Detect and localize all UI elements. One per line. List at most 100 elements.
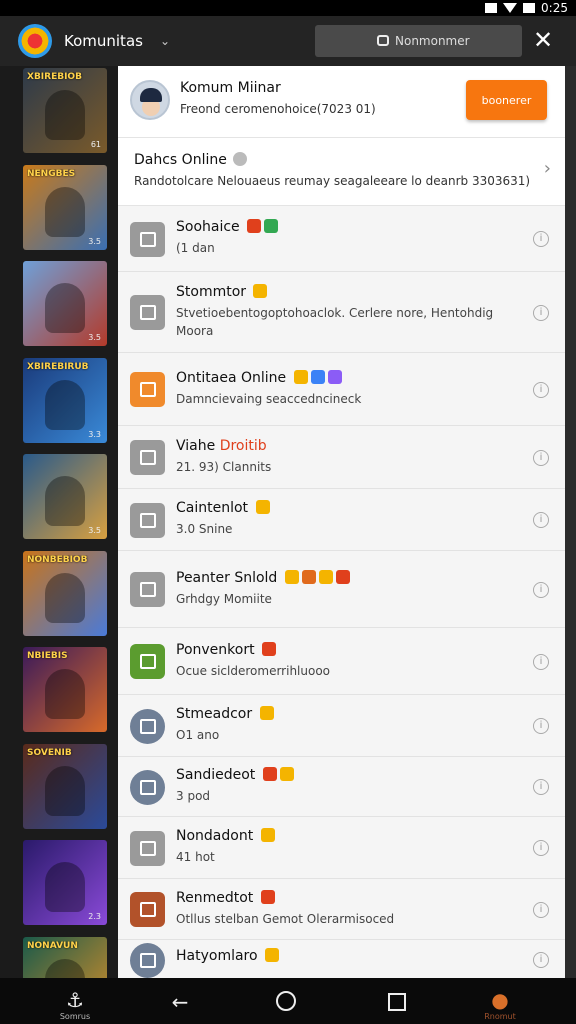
- channel-icon: [130, 892, 165, 927]
- app-title[interactable]: Komunitas: [64, 32, 152, 50]
- emoji-badge-icon: [259, 706, 274, 720]
- hero-image: [45, 90, 85, 140]
- hero-image: [45, 862, 85, 912]
- info-icon[interactable]: i: [533, 512, 549, 528]
- avatar[interactable]: [130, 80, 170, 120]
- online-section[interactable]: Dahcs Online Randotolcare Nelouaeus reum…: [118, 138, 565, 206]
- scrollbar[interactable]: [565, 66, 576, 978]
- close-icon[interactable]: ✕: [533, 28, 553, 52]
- list-item[interactable]: Renmedtot Otllus stelban Gemot Olerarmis…: [118, 879, 565, 940]
- info-icon[interactable]: i: [533, 654, 549, 670]
- thumbnail-caption: SOVENIB: [27, 747, 72, 758]
- game-thumbnail[interactable]: NONAVUN: [23, 936, 107, 978]
- battery-icon: [523, 3, 536, 13]
- emoji-badge-icon: [284, 570, 299, 584]
- back-icon[interactable]: ←: [166, 990, 194, 1014]
- thumbnail-strip[interactable]: XBIREBIOB 61 NENGBES 3.5 3.5 XBIREBIRUB 3.3 3.5…: [0, 66, 118, 978]
- list-item[interactable]: Stommtor Stvetioebentogoptohoaclok. Cerl…: [118, 272, 565, 353]
- list-item[interactable]: Soohaice (1 dan i: [118, 206, 565, 272]
- channel-name: Nondadont: [176, 828, 275, 844]
- game-thumbnail[interactable]: 2.3: [23, 840, 107, 925]
- game-thumbnail[interactable]: 3.5: [23, 454, 107, 539]
- info-icon[interactable]: i: [533, 718, 549, 734]
- search-button[interactable]: Nonmonmer: [315, 25, 522, 57]
- list-item[interactable]: Viahe Droitib 21. 93) Clannits i: [118, 426, 565, 489]
- game-thumbnail[interactable]: SOVENIB: [23, 743, 107, 829]
- status-bar: 0:25: [0, 0, 576, 16]
- emoji-badge-icon: [264, 219, 279, 233]
- hero-image: [45, 765, 85, 816]
- thumbnail-rating: 3.5: [88, 526, 101, 535]
- app-bar: Komunitas ⌄ Nonmonmer ✕: [0, 16, 576, 66]
- list-item[interactable]: Nondadont 41 hot i: [118, 817, 565, 879]
- channel-icon: [130, 222, 165, 257]
- info-icon[interactable]: i: [533, 382, 549, 398]
- list-item[interactable]: Ponvenkort Ocue siclderomerrihluooo i: [118, 628, 565, 695]
- thumbnail-caption: [27, 844, 103, 858]
- channel-name: Hatyomlaro: [176, 948, 280, 964]
- channel-subtitle: Stvetioebentogoptohoaclok. Cerlere nore,…: [176, 306, 494, 338]
- home-tab-label: Somrus: [59, 1012, 91, 1021]
- thumbnail-rating: 2.3: [88, 912, 101, 921]
- info-icon[interactable]: i: [533, 305, 549, 321]
- action-button[interactable]: boonerer: [466, 80, 547, 120]
- info-icon[interactable]: i: [533, 450, 549, 466]
- thumbnail-caption: XBIREBIOB: [27, 72, 82, 82]
- recents-icon[interactable]: [388, 993, 408, 1011]
- channel-icon: [130, 503, 165, 538]
- game-thumbnail[interactable]: 3.5: [23, 261, 107, 346]
- chevron-down-icon[interactable]: ⌄: [160, 34, 170, 48]
- hero-image: [45, 379, 85, 430]
- channel-name: Stommtor: [176, 284, 268, 300]
- hero-image: [45, 669, 85, 719]
- channel-icon: [130, 440, 165, 475]
- list-item[interactable]: Peanter Snlold Grhdgy Momiite i: [118, 551, 565, 628]
- thumbnail-rating: 3.5: [88, 236, 101, 246]
- emoji-badge-icon: [318, 570, 333, 584]
- channel-subtitle: O1 ano: [176, 728, 220, 742]
- channel-subtitle: 3 pod: [176, 789, 211, 803]
- home-tab[interactable]: ⚓ Somrus: [58, 988, 92, 1021]
- list-item[interactable]: Sandiedeot 3 pod i: [118, 757, 565, 817]
- info-icon[interactable]: i: [533, 231, 549, 247]
- thumbnail-caption: NBIEBIS: [27, 651, 68, 661]
- channel-name: Stmeadcor: [176, 706, 274, 722]
- game-thumbnail[interactable]: NENGBES 3.5: [23, 164, 107, 250]
- list-item[interactable]: Stmeadcor O1 ano i: [118, 695, 565, 757]
- list-item[interactable]: Ontitaea Online Damncievaing seaccedncin…: [118, 353, 565, 426]
- home-circle-icon[interactable]: [276, 991, 300, 1011]
- game-thumbnail[interactable]: XBIREBIRUB 3.3: [23, 357, 107, 443]
- channel-subtitle: Grhdgy Momiite: [176, 592, 272, 606]
- channel-name: Soohaice: [176, 219, 279, 235]
- channel-subtitle: 41 hot: [176, 850, 215, 864]
- game-thumbnail[interactable]: NBIEBIS: [23, 647, 107, 732]
- app-logo-icon: [18, 24, 52, 58]
- search-label: Nonmonmer: [395, 34, 470, 48]
- info-icon[interactable]: i: [533, 902, 549, 918]
- emoji-badge-icon: [327, 370, 342, 384]
- channel-icon: [130, 831, 165, 866]
- list-item[interactable]: Hatyomlaro i: [118, 940, 565, 978]
- emoji-badge-icon: [310, 370, 325, 384]
- emoji-badge-icon: [260, 828, 275, 842]
- chevron-right-icon: ›: [543, 158, 551, 179]
- channel-name: Sandiedeot: [176, 767, 294, 783]
- thumbnail-caption: NENGBES: [27, 168, 76, 179]
- game-thumbnail[interactable]: NONBEBIOB: [23, 550, 107, 636]
- info-icon[interactable]: i: [533, 952, 549, 968]
- hero-image: [45, 572, 85, 623]
- channel-name: Renmedtot: [176, 890, 275, 906]
- profile-name: Komum Miinar: [180, 80, 281, 96]
- info-icon[interactable]: i: [533, 840, 549, 856]
- hero-image: [45, 283, 85, 333]
- game-thumbnail[interactable]: XBIREBIOB 61: [23, 68, 107, 153]
- list-item[interactable]: Caintenlot 3.0 Snine i: [118, 489, 565, 551]
- thumbnail-caption: XBIREBIRUB: [27, 361, 89, 372]
- profile-tab[interactable]: ● Rnomut: [483, 988, 517, 1021]
- info-icon[interactable]: i: [533, 582, 549, 598]
- info-icon[interactable]: i: [533, 779, 549, 795]
- channel-icon: [130, 372, 165, 407]
- system-nav-bar: ⚓ Somrus ← ● Rnomut: [0, 978, 576, 1024]
- online-title: Dahcs Online: [134, 152, 247, 168]
- emoji-badge-icon: [279, 767, 294, 781]
